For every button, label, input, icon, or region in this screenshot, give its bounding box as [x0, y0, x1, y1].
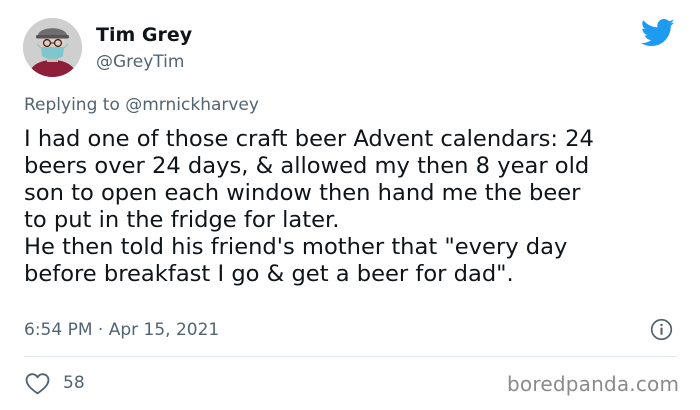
info-icon[interactable]	[650, 318, 673, 341]
tweet-text-line: beers over 24 days, & allowed my then 8 …	[24, 153, 590, 179]
tweet-text-line: I had one of those craft beer Advent cal…	[24, 126, 594, 152]
tweet-text-line: He then told his friend's mother that "e…	[24, 234, 568, 260]
twitter-bird-icon[interactable]	[641, 18, 675, 48]
replying-to: Replying to @mrnickharvey	[24, 95, 259, 115]
tweet-text-line: to put in the fridge for later.	[24, 207, 340, 233]
avatar-man-with-mask-icon	[23, 18, 82, 77]
user-handle[interactable]: @GreyTim	[96, 52, 184, 72]
divider	[24, 356, 677, 357]
tweet-text: I had one of those craft beer Advent cal…	[24, 126, 689, 288]
display-name[interactable]: Tim Grey	[96, 24, 192, 46]
watermark: boredpanda.com	[507, 372, 680, 396]
avatar[interactable]	[23, 18, 82, 77]
heart-outline-icon[interactable]	[25, 372, 50, 395]
replying-to-label: Replying to	[24, 95, 120, 115]
tweet-text-line: son to open each window then hand me the…	[24, 180, 581, 206]
tweet-card: Tim Grey @GreyTim Replying to @mrnickhar…	[0, 0, 700, 410]
tweet-timestamp[interactable]: 6:54 PM · Apr 15, 2021	[24, 320, 219, 340]
reply-target-link[interactable]: @mrnickharvey	[125, 95, 259, 115]
like-count: 58	[63, 373, 85, 393]
tweet-text-line: before breakfast I go & get a beer for d…	[24, 261, 514, 287]
